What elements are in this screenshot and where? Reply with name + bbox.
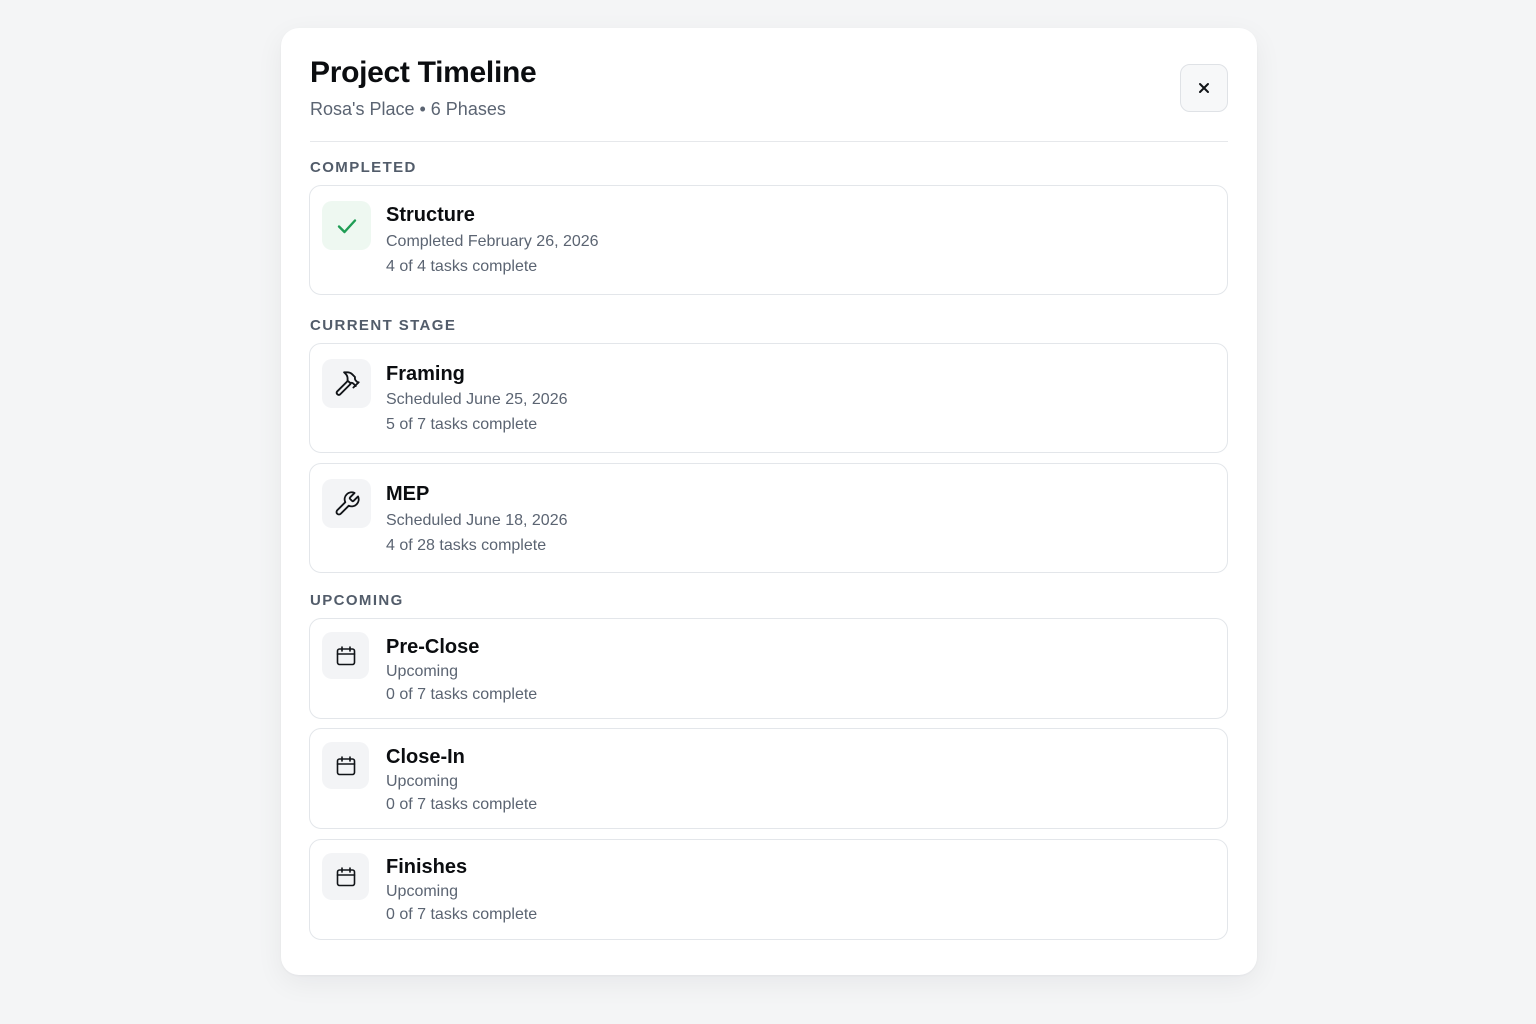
wrench-icon — [335, 490, 360, 515]
phase-task-count: 4 of 28 tasks complete — [386, 537, 547, 554]
phase-icon-box — [322, 479, 371, 528]
calendar-icon — [336, 645, 355, 665]
phase-name: Pre-Close — [386, 636, 480, 658]
check-icon — [337, 218, 356, 233]
phase-name: Structure — [386, 204, 475, 226]
phase-date: Scheduled June 25, 2026 — [386, 391, 568, 408]
phase-date: Upcoming — [386, 773, 459, 790]
phase-date: Completed February 26, 2026 — [386, 233, 599, 250]
phase-card-finishes[interactable]: Finishes Upcoming 0 of 7 tasks complete — [309, 839, 1228, 940]
phase-name: Finishes — [386, 856, 468, 878]
phase-task-count: 0 of 7 tasks complete — [386, 906, 538, 923]
close-button[interactable] — [1180, 64, 1228, 112]
close-icon — [1199, 83, 1209, 93]
phase-card-structure[interactable]: Structure Completed February 26, 2026 4 … — [309, 185, 1228, 295]
phase-name: Framing — [386, 363, 465, 385]
phase-task-count: 4 of 4 tasks complete — [386, 258, 538, 275]
phase-task-count: 0 of 7 tasks complete — [386, 796, 538, 813]
phase-icon-box — [322, 632, 369, 679]
phase-card-mep[interactable]: MEP Scheduled June 18, 2026 4 of 28 task… — [309, 463, 1228, 573]
phase-icon-box — [322, 201, 371, 250]
phase-icon-box — [322, 853, 369, 900]
phase-card-close-in[interactable]: Close-In Upcoming 0 of 7 tasks complete — [309, 728, 1228, 829]
phase-icon-box — [322, 742, 369, 789]
phase-card-pre-close[interactable]: Pre-Close Upcoming 0 of 7 tasks complete — [309, 618, 1228, 719]
project-timeline-modal: Project Timeline Rosa's Place • 6 Phases… — [281, 28, 1257, 975]
section-label-current: CURRENT STAGE — [310, 317, 457, 334]
phase-card-framing[interactable]: Framing Scheduled June 25, 2026 5 of 7 t… — [309, 343, 1228, 453]
phase-name: Close-In — [386, 746, 465, 768]
phase-task-count: 5 of 7 tasks complete — [386, 416, 538, 433]
page-title: Project Timeline — [310, 56, 537, 89]
phase-date: Upcoming — [386, 883, 459, 900]
phase-task-count: 0 of 7 tasks complete — [386, 686, 538, 703]
calendar-icon — [336, 755, 355, 775]
phase-name: MEP — [386, 483, 430, 505]
page-subtitle: Rosa's Place • 6 Phases — [310, 99, 506, 119]
phase-icon-box — [322, 359, 371, 408]
section-label-upcoming: UPCOMING — [310, 592, 404, 609]
section-label-completed: COMPLETED — [310, 159, 417, 176]
hammer-icon — [335, 370, 360, 396]
phase-date: Scheduled June 18, 2026 — [386, 512, 568, 529]
modal-header: Project Timeline Rosa's Place • 6 Phases — [310, 28, 1228, 142]
phase-date: Upcoming — [386, 663, 459, 680]
calendar-icon — [336, 866, 355, 886]
